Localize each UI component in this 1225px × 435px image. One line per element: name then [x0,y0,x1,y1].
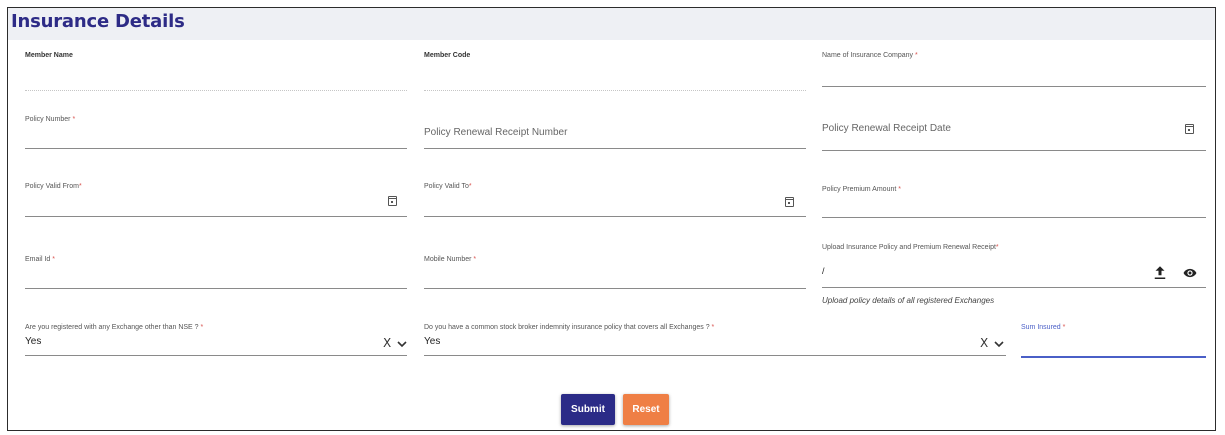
insurance-company-label: Name of Insurance Company * [822,52,918,59]
calendar-icon[interactable] [785,197,794,207]
upload-hint: Upload policy details of all registered … [822,296,995,305]
mobile-field[interactable]: Mobile Number * [424,256,806,296]
insurance-company-underline [822,86,1206,87]
member-name-label: Member Name [25,52,73,59]
calendar-icon[interactable] [1185,124,1194,134]
upload-icon[interactable] [1151,264,1169,282]
clear-icon[interactable]: X [383,337,391,349]
upload-value: / [822,266,825,276]
upload-label: Upload Insurance Policy and Premium Rene… [822,244,999,251]
policy-number-field[interactable]: Policy Number * [25,116,407,156]
member-code-field[interactable]: Member Code [424,52,806,92]
member-name-field[interactable]: Member Name [25,52,407,92]
page-title: Insurance Details [11,11,185,32]
sum-insured-label: Sum Insured * [1021,324,1066,331]
upload-underline [822,287,1206,288]
insurance-company-field[interactable]: Name of Insurance Company * [822,52,1206,92]
common-policy-value: Yes [424,336,441,347]
mobile-label: Mobile Number * [424,256,477,263]
policy-valid-to-underline [424,216,806,217]
policy-valid-from-label: Policy Valid From* [25,183,82,190]
renewal-receipt-number-field[interactable]: Policy Renewal Receipt Number [424,116,806,156]
email-field[interactable]: Email Id * [25,256,407,296]
policy-valid-from-underline [25,216,407,217]
renewal-receipt-number-underline [424,148,806,149]
mobile-underline [424,288,806,289]
upload-field[interactable]: Upload Insurance Policy and Premium Rene… [822,244,1206,306]
policy-valid-to-field[interactable]: Policy Valid To* [424,183,806,223]
chevron-down-icon[interactable] [397,340,407,348]
premium-amount-underline [822,217,1206,218]
policy-number-underline [25,148,407,149]
renewal-receipt-date-underline [822,150,1206,151]
sum-insured-field[interactable]: Sum Insured * [1021,324,1206,364]
other-exchange-value: Yes [25,336,42,347]
email-label: Email Id * [25,256,55,263]
policy-valid-from-field[interactable]: Policy Valid From* [25,183,407,223]
member-code-underline [424,90,806,91]
other-exchange-underline [25,355,407,356]
submit-button[interactable]: Submit [561,394,615,425]
insurance-details-form: Insurance Details Member Name Member Cod… [7,7,1216,431]
member-code-label: Member Code [424,52,471,59]
renewal-receipt-number-placeholder: Policy Renewal Receipt Number [424,127,568,138]
eye-icon[interactable] [1183,266,1197,280]
section-header: Insurance Details [8,8,1215,40]
chevron-down-icon[interactable] [994,340,1004,348]
renewal-receipt-date-field[interactable]: Policy Renewal Receipt Date [822,116,1206,156]
sum-insured-underline [1021,356,1206,358]
policy-valid-to-label: Policy Valid To* [424,183,472,190]
premium-amount-field[interactable]: Policy Premium Amount * [822,186,1206,226]
other-exchange-label: Are you registered with any Exchange oth… [25,324,204,331]
policy-number-label: Policy Number * [25,116,76,123]
common-policy-underline [424,355,1006,356]
renewal-receipt-date-placeholder: Policy Renewal Receipt Date [822,123,951,134]
calendar-icon[interactable] [388,196,397,206]
reset-button[interactable]: Reset [623,394,669,425]
common-policy-label: Do you have a common stock broker indemn… [424,324,715,331]
premium-amount-label: Policy Premium Amount * [822,186,901,193]
clear-icon[interactable]: X [980,337,988,349]
common-policy-select[interactable]: Do you have a common stock broker indemn… [424,324,1006,364]
member-name-underline [25,90,407,91]
email-underline [25,288,407,289]
other-exchange-select[interactable]: Are you registered with any Exchange oth… [25,324,407,364]
